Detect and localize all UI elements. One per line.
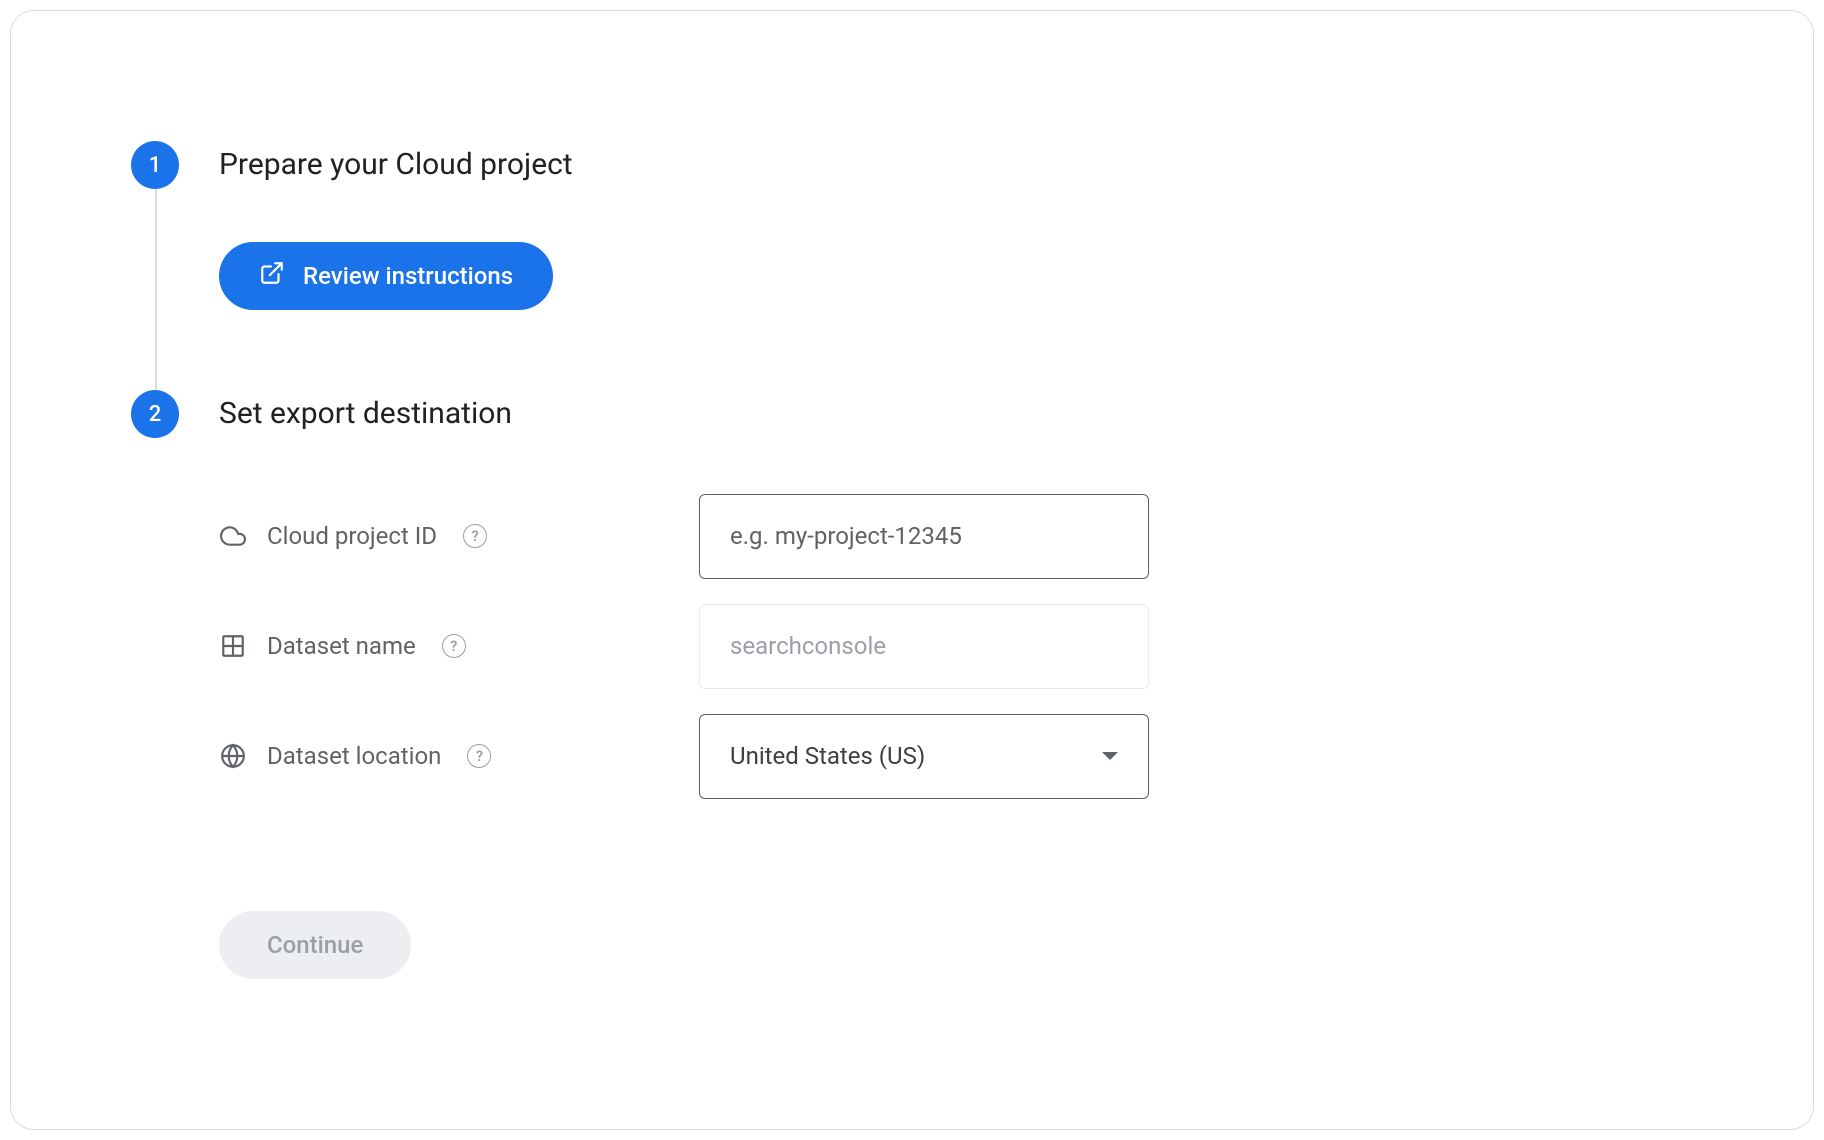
- step-1-title: Prepare your Cloud project: [219, 147, 1693, 182]
- step-1-content: Prepare your Cloud project Review instru…: [219, 141, 1693, 390]
- step-1-body: Review instructions: [219, 182, 1693, 390]
- stepper: 1 Prepare your Cloud project Review inst…: [131, 141, 1693, 979]
- label-group-dataset-location: Dataset location ?: [219, 742, 699, 770]
- cloud-icon: [219, 522, 247, 550]
- form-rows: Cloud project ID ?: [219, 431, 1693, 881]
- continue-button[interactable]: Continue: [219, 911, 411, 979]
- grid-icon: [219, 632, 247, 660]
- globe-icon: [219, 742, 247, 770]
- setup-card: 1 Prepare your Cloud project Review inst…: [10, 10, 1814, 1130]
- step-2-content: Set export destination Cloud project ID …: [219, 390, 1693, 979]
- chevron-down-icon: [1102, 752, 1118, 760]
- row-dataset-name: Dataset name ?: [219, 601, 1693, 691]
- control-dataset-name: [699, 604, 1149, 689]
- dataset-name-input[interactable]: [699, 604, 1149, 689]
- control-dataset-location: United States (US): [699, 714, 1149, 799]
- dataset-location-selected: United States (US): [730, 742, 925, 770]
- help-icon-dataset-location[interactable]: ?: [467, 744, 491, 768]
- label-dataset-location: Dataset location: [267, 742, 441, 770]
- help-icon-project-id[interactable]: ?: [463, 524, 487, 548]
- dataset-location-select[interactable]: United States (US): [699, 714, 1149, 799]
- row-project-id: Cloud project ID ?: [219, 491, 1693, 581]
- label-dataset-name: Dataset name: [267, 632, 416, 660]
- help-icon-dataset-name[interactable]: ?: [442, 634, 466, 658]
- project-id-input[interactable]: [699, 494, 1149, 579]
- label-group-project-id: Cloud project ID ?: [219, 522, 699, 550]
- label-group-dataset-name: Dataset name ?: [219, 632, 699, 660]
- step-2: 2 Set export destination Cloud project I…: [131, 390, 1693, 979]
- open-in-new-icon: [259, 260, 285, 292]
- step-1: 1 Prepare your Cloud project Review inst…: [131, 141, 1693, 390]
- row-dataset-location: Dataset location ? United States (US): [219, 711, 1693, 801]
- control-project-id: [699, 494, 1149, 579]
- label-project-id: Cloud project ID: [267, 522, 437, 550]
- review-instructions-button[interactable]: Review instructions: [219, 242, 553, 310]
- step-1-number: 1: [131, 141, 179, 189]
- step-2-number: 2: [131, 390, 179, 438]
- step-connector: [155, 189, 157, 390]
- step-2-title: Set export destination: [219, 396, 1693, 431]
- review-instructions-label: Review instructions: [303, 262, 513, 290]
